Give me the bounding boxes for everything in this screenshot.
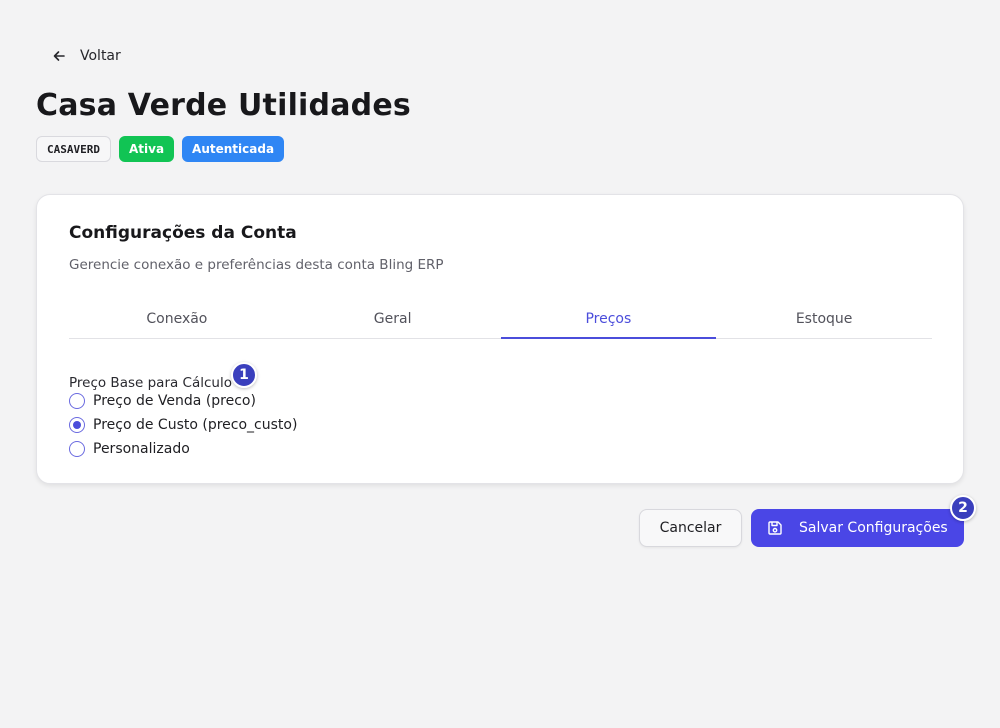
radio-label: Preço de Custo (preco_custo) (93, 417, 298, 433)
radio-option-preco-venda[interactable]: Preço de Venda (preco) (69, 393, 297, 409)
status-badge: Ativa (118, 136, 175, 162)
step-marker-1: 1 (231, 362, 257, 388)
radio-button-selected[interactable] (69, 417, 85, 433)
card-title: Configurações da Conta (69, 223, 297, 243)
radio-option-preco-custo[interactable]: Preço de Custo (preco_custo) (69, 417, 297, 433)
back-button[interactable]: Voltar (46, 42, 127, 70)
card-subtitle: Gerencie conexão e preferências desta co… (69, 257, 444, 273)
cancel-button[interactable]: Cancelar (639, 509, 742, 547)
tab-conexao[interactable]: Conexão (69, 301, 285, 338)
floppy-disk-icon (768, 521, 782, 535)
price-base-radio-group: Preço de Venda (preco) Preço de Custo (p… (69, 393, 297, 457)
tab-geral[interactable]: Geral (285, 301, 501, 338)
radio-button[interactable] (69, 441, 85, 457)
page-title: Casa Verde Utilidades (36, 88, 411, 123)
settings-tabs: Conexão Geral Preços Estoque (69, 301, 932, 339)
radio-button[interactable] (69, 393, 85, 409)
back-label: Voltar (80, 48, 121, 64)
arrow-left-icon (53, 51, 65, 61)
radio-label: Preço de Venda (preco) (93, 393, 256, 409)
save-settings-button[interactable]: Salvar Configurações (751, 509, 964, 547)
settings-card: Configurações da Conta Gerencie conexão … (36, 194, 964, 484)
radio-label: Personalizado (93, 441, 190, 457)
tab-estoque[interactable]: Estoque (716, 301, 932, 338)
save-label: Salvar Configurações (799, 520, 948, 536)
auth-badge: Autenticada (182, 136, 285, 162)
radio-option-personalizado[interactable]: Personalizado (69, 441, 297, 457)
step-marker-2: 2 (950, 495, 976, 521)
badge-group: CASAVERD Ativa Autenticada (36, 136, 285, 162)
tab-precos[interactable]: Preços (500, 301, 717, 339)
account-code-badge: CASAVERD (36, 136, 111, 162)
price-base-label: Preço Base para Cálculo (69, 375, 232, 391)
